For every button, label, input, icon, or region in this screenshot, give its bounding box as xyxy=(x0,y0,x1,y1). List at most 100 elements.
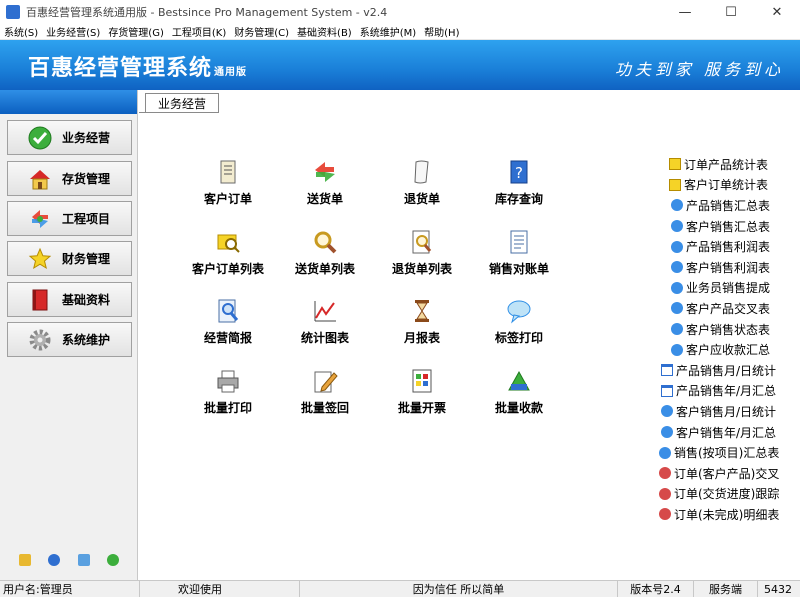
book-icon xyxy=(28,288,52,312)
report-label: 销售(按项目)汇总表 xyxy=(674,446,780,461)
report-label: 客户销售年/月汇总 xyxy=(676,425,777,440)
delivery-note-button[interactable]: 送货单 xyxy=(280,158,370,208)
status-code: 5432 xyxy=(764,582,792,596)
tab-business[interactable]: 业务经营 xyxy=(145,93,220,113)
money-icon xyxy=(505,367,533,395)
report-label: 产品销售利润表 xyxy=(686,240,771,255)
statistics-chart-button[interactable]: 统计图表 xyxy=(280,297,370,347)
printer-icon xyxy=(214,367,242,395)
sidebar-item-business[interactable]: 业务经营 xyxy=(7,120,132,155)
customer-order-button[interactable]: 客户订单 xyxy=(183,158,273,208)
batch-print-button[interactable]: 批量打印 xyxy=(183,367,273,417)
globe-icon xyxy=(661,426,673,439)
batch-invoice-button[interactable]: 批量开票 xyxy=(377,367,467,417)
customer-order-list-button[interactable]: 客户订单列表 xyxy=(183,228,273,278)
slogan: 功夫到家 服务到心 xyxy=(614,60,784,79)
report-search-icon xyxy=(214,297,242,325)
batch-signback-button[interactable]: 批量签回 xyxy=(280,367,370,417)
close-icon[interactable]: ✕ xyxy=(754,0,800,24)
report-label: 客户销售状态表 xyxy=(686,322,771,337)
report-order-delivery-tracking[interactable]: 订单(交货进度)跟踪 xyxy=(659,484,800,505)
speech-bubble-icon xyxy=(505,297,533,325)
report-customer-sales-monthly[interactable]: 客户销售月/日统计 xyxy=(661,401,800,422)
menu-business[interactable]: 业务经营(S) xyxy=(42,24,104,39)
minimize-icon[interactable]: — xyxy=(662,0,708,24)
sales-statement-button[interactable]: 销售对账单 xyxy=(474,228,564,278)
report-order-incomplete-detail[interactable]: 订单(未完成)明细表 xyxy=(659,504,800,525)
paper-roll-icon xyxy=(408,158,436,186)
globe-icon xyxy=(671,281,683,294)
red-globe-icon xyxy=(659,508,671,521)
return-note-button[interactable]: 退货单 xyxy=(377,158,467,208)
report-salesperson-commission[interactable]: 业务员销售提成 xyxy=(669,278,800,299)
menu-maintenance[interactable]: 系统维护(M) xyxy=(356,24,420,39)
maximize-icon[interactable]: ☐ xyxy=(708,0,754,24)
menu-inventory[interactable]: 存货管理(G) xyxy=(104,24,168,39)
sidebar-item-maintenance[interactable]: 系统维护 xyxy=(7,322,132,357)
key-icon[interactable] xyxy=(18,554,31,566)
report-product-sales-monthly[interactable]: 产品销售月/日统计 xyxy=(661,360,800,381)
menu-help[interactable]: 帮助(H) xyxy=(420,24,463,39)
globe-icon xyxy=(659,446,671,459)
status-server: 服务端 xyxy=(694,580,758,597)
menu-projects[interactable]: 工程项目(K) xyxy=(168,24,230,39)
status-user: 用户名:管理员 xyxy=(0,580,140,597)
report-product-sales-summary[interactable]: 产品销售汇总表 xyxy=(669,195,800,216)
invoice-icon xyxy=(408,367,436,395)
func-label: 退货单列表 xyxy=(391,262,452,276)
sidebar-tools xyxy=(0,554,138,566)
func-label: 送货单列表 xyxy=(294,262,355,276)
hourglass-icon xyxy=(408,297,436,325)
sidebar-item-finance[interactable]: 财务管理 xyxy=(7,241,132,276)
sidebar-item-label: 存货管理 xyxy=(62,172,111,186)
line-chart-icon xyxy=(311,297,339,325)
report-product-sales-yearly[interactable]: 产品销售年/月汇总 xyxy=(661,381,800,402)
delivery-list-button[interactable]: 送货单列表 xyxy=(280,228,370,278)
label-print-button[interactable]: 标签打印 xyxy=(474,297,564,347)
report-customer-sales-profit[interactable]: 客户销售利润表 xyxy=(669,257,800,278)
window-icon xyxy=(661,384,673,397)
business-brief-button[interactable]: 经营简报 xyxy=(183,297,273,347)
report-product-sales-profit[interactable]: 产品销售利润表 xyxy=(669,236,800,257)
func-label: 销售对账单 xyxy=(488,262,549,276)
title-bar: 百惠经营管理系统通用版 - Bestsince Pro Management S… xyxy=(0,0,800,24)
stock-query-button[interactable]: ? 库存查询 xyxy=(474,158,564,208)
clock-icon[interactable] xyxy=(48,554,61,566)
func-label: 客户订单 xyxy=(203,192,252,206)
status-motto: 因为信任 所以简单 xyxy=(300,580,618,597)
sidebar-item-label: 系统维护 xyxy=(62,333,111,347)
menu-bar: 系统(S) 业务经营(S) 存货管理(G) 工程项目(K) 财务管理(C) 基础… xyxy=(0,24,800,40)
report-customer-sales-status[interactable]: 客户销售状态表 xyxy=(669,319,800,340)
report-order-customer-product[interactable]: 订单(客户产品)交叉 xyxy=(659,463,800,484)
report-label: 客户销售月/日统计 xyxy=(676,404,777,419)
globe-icon xyxy=(661,405,673,418)
report-customer-sales-yearly[interactable]: 客户销售年/月汇总 xyxy=(661,422,800,443)
sidebar-item-inventory[interactable]: 存货管理 xyxy=(7,161,132,196)
report-customer-sales-summary[interactable]: 客户销售汇总表 xyxy=(669,216,800,237)
menu-basic-data[interactable]: 基础资料(B) xyxy=(293,24,356,39)
report-customer-product-cross[interactable]: 客户产品交叉表 xyxy=(669,298,800,319)
menu-system[interactable]: 系统(S) xyxy=(0,24,42,39)
batch-receipt-button[interactable]: 批量收款 xyxy=(474,367,564,417)
report-receivables-summary[interactable]: 客户应收款汇总 xyxy=(669,339,800,360)
globe-icon xyxy=(671,261,683,274)
folder-icon xyxy=(669,178,681,191)
refresh-icon[interactable] xyxy=(107,554,120,566)
report-order-product-stats[interactable]: 订单产品统计表 xyxy=(669,154,800,175)
sidebar-item-projects[interactable]: 工程项目 xyxy=(7,201,132,236)
monthly-report-button[interactable]: 月报表 xyxy=(377,297,467,347)
menu-finance[interactable]: 财务管理(C) xyxy=(230,24,293,39)
magnifier-icon xyxy=(311,228,339,256)
window-icon[interactable] xyxy=(77,554,90,566)
return-list-button[interactable]: 退货单列表 xyxy=(377,228,467,278)
report-label: 客户订单统计表 xyxy=(684,178,769,193)
red-globe-icon xyxy=(659,467,671,480)
sidebar: 业务经营 存货管理 工程项目 财务管理 基础资料 系统维护 xyxy=(0,90,138,580)
report-sales-by-project[interactable]: 销售(按项目)汇总表 xyxy=(659,442,800,463)
report-customer-order-stats[interactable]: 客户订单统计表 xyxy=(669,175,800,196)
report-label: 产品销售年/月汇总 xyxy=(676,384,777,399)
func-label: 批量收款 xyxy=(494,401,543,415)
tab-divider xyxy=(139,112,219,113)
sidebar-item-basic-data[interactable]: 基础资料 xyxy=(7,282,132,317)
status-bar: 用户名:管理员 欢迎使用 因为信任 所以简单 版本号2.4 服务端 5432 xyxy=(0,580,800,597)
